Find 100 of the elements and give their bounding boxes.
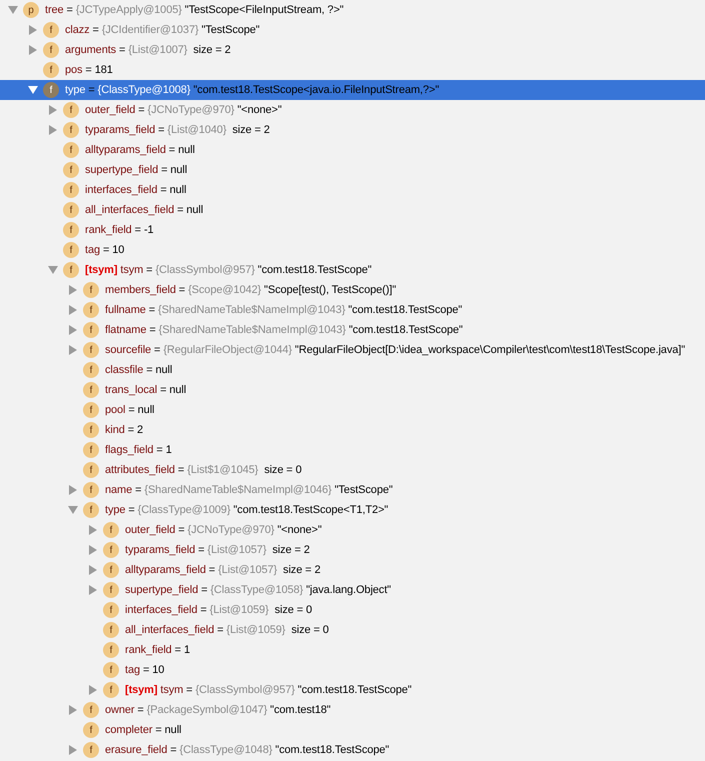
field-badge: f (63, 222, 79, 238)
expand-arrow-icon[interactable] (48, 105, 58, 115)
field-badge: f (43, 62, 59, 78)
variable-entry: attributes_field = {List$1@1045} size = 0 (105, 464, 302, 476)
field-badge: f (103, 662, 119, 678)
tree-row[interactable]: f classfile = null (0, 360, 705, 380)
field-badge: f (103, 642, 119, 658)
tree-row[interactable]: f sourcefile = {RegularFileObject@1044} "RegularFileObject[D:\idea_workspace\Compiler\test\com\test18\TestScope.java]" (0, 340, 705, 360)
expand-arrow-icon[interactable] (88, 565, 98, 575)
variable-entry: outer_field = {JCNoType@970} "<none>" (125, 524, 322, 536)
variable-entry: name = {SharedNameTable$NameImpl@1046} "TestScope" (105, 484, 393, 496)
field-badge: f (83, 462, 99, 478)
field-badge: f (103, 582, 119, 598)
expand-arrow-icon[interactable] (28, 25, 38, 35)
tree-row[interactable]: f flags_field = 1 (0, 440, 705, 460)
variable-entry: interfaces_field = null (85, 184, 186, 196)
tree-row[interactable]: f owner = {PackageSymbol@1047} "com.test18" (0, 700, 705, 720)
variable-entry: type = {ClassType@1009} "com.test18.TestScope<T1,T2>" (105, 504, 388, 516)
tree-row[interactable]: f tag = 10 (0, 660, 705, 680)
expand-arrow-icon[interactable] (28, 45, 38, 55)
variable-entry: alltyparams_field = null (85, 144, 195, 156)
tree-row[interactable]: f interfaces_field = {List@1059} size = 0 (0, 600, 705, 620)
variable-entry: all_interfaces_field = {List@1059} size = 0 (125, 624, 329, 636)
tree-row[interactable]: f typarams_field = {List@1040} size = 2 (0, 120, 705, 140)
tree-row[interactable]: f rank_field = 1 (0, 640, 705, 660)
expand-arrow-icon[interactable] (68, 745, 78, 755)
tree-row[interactable]: f flatname = {SharedNameTable$NameImpl@1043} "com.test18.TestScope" (0, 320, 705, 340)
tree-row[interactable]: f typarams_field = {List@1057} size = 2 (0, 540, 705, 560)
field-badge: f (103, 522, 119, 538)
tree-row[interactable]: f all_interfaces_field = {List@1059} size = 0 (0, 620, 705, 640)
variable-entry: pool = null (105, 404, 154, 416)
expand-arrow-icon[interactable] (68, 285, 78, 295)
field-badge: f (83, 722, 99, 738)
variable-entry: supertype_field = null (85, 164, 188, 176)
variable-entry: arguments = {List@1007} size = 2 (65, 44, 231, 56)
field-badge: f (103, 562, 119, 578)
variable-entry: rank_field = 1 (125, 644, 190, 656)
field-badge: f (63, 122, 79, 138)
expand-arrow-icon[interactable] (68, 325, 78, 335)
expand-arrow-icon[interactable] (68, 485, 78, 495)
variable-entry: kind = 2 (105, 424, 144, 436)
expand-arrow-icon[interactable] (68, 305, 78, 315)
tree-row[interactable]: f type = {ClassType@1009} "com.test18.TestScope<T1,T2>" (0, 500, 705, 520)
variable-entry: flatname = {SharedNameTable$NameImpl@1043} "com.test18.TestScope" (105, 324, 463, 336)
field-badge: f (83, 402, 99, 418)
collapse-arrow-icon[interactable] (68, 505, 78, 515)
field-badge: f (43, 42, 59, 58)
tree-row[interactable]: f all_interfaces_field = null (0, 200, 705, 220)
tree-row[interactable]: f fullname = {SharedNameTable$NameImpl@1043} "com.test18.TestScope" (0, 300, 705, 320)
tree-row[interactable]: f alltyparams_field = {List@1057} size = 2 (0, 560, 705, 580)
field-badge: f (103, 602, 119, 618)
field-badge: f (63, 182, 79, 198)
variable-entry: [tsym] tsym = {ClassSymbol@957} "com.test18.TestScope" (125, 684, 412, 696)
variable-entry: typarams_field = {List@1040} size = 2 (85, 124, 270, 136)
expand-arrow-icon[interactable] (88, 585, 98, 595)
expand-arrow-icon[interactable] (68, 705, 78, 715)
variable-entry: rank_field = -1 (85, 224, 154, 236)
tree-row[interactable]: f trans_local = null (0, 380, 705, 400)
variable-entry: tree = {JCTypeApply@1005} "TestScope<FileInputStream, ?>" (45, 4, 344, 16)
collapse-arrow-icon[interactable] (48, 265, 58, 275)
tree-row[interactable]: p tree = {JCTypeApply@1005} "TestScope<FileInputStream, ?>" (0, 0, 705, 20)
collapse-arrow-icon[interactable] (8, 5, 18, 15)
tree-row[interactable]: f rank_field = -1 (0, 220, 705, 240)
field-badge: f (103, 682, 119, 698)
field-badge: f (83, 342, 99, 358)
collapse-arrow-icon[interactable] (28, 85, 38, 95)
variable-entry: clazz = {JCIdentifier@1037} "TestScope" (65, 24, 260, 36)
tree-row[interactable]: f erasure_field = {ClassType@1048} "com.test18.TestScope" (0, 740, 705, 760)
tree-row[interactable]: f pool = null (0, 400, 705, 420)
expand-arrow-icon[interactable] (88, 525, 98, 535)
tree-row[interactable]: f alltyparams_field = null (0, 140, 705, 160)
expand-arrow-icon[interactable] (88, 685, 98, 695)
tree-row[interactable]: f supertype_field = null (0, 160, 705, 180)
variable-entry: tag = 10 (85, 244, 124, 256)
tree-row[interactable]: f pos = 181 (0, 60, 705, 80)
tree-row[interactable]: f kind = 2 (0, 420, 705, 440)
tree-row[interactable]: f [tsym] tsym = {ClassSymbol@957} "com.test18.TestScope" (0, 680, 705, 700)
tree-row[interactable]: f supertype_field = {ClassType@1058} "java.lang.Object" (0, 580, 705, 600)
expand-arrow-icon[interactable] (48, 125, 58, 135)
tree-row[interactable]: f attributes_field = {List$1@1045} size = 0 (0, 460, 705, 480)
tree-row[interactable]: f arguments = {List@1007} size = 2 (0, 40, 705, 60)
variable-entry: tag = 10 (125, 664, 164, 676)
field-badge: f (83, 702, 99, 718)
variable-entry: outer_field = {JCNoType@970} "<none>" (85, 104, 282, 116)
tree-row[interactable]: f interfaces_field = null (0, 180, 705, 200)
tree-row[interactable]: f [tsym] tsym = {ClassSymbol@957} "com.test18.TestScope" (0, 260, 705, 280)
tree-row[interactable]: f outer_field = {JCNoType@970} "<none>" (0, 100, 705, 120)
expand-arrow-icon[interactable] (68, 345, 78, 355)
variable-entry: typarams_field = {List@1057} size = 2 (125, 544, 310, 556)
expand-arrow-icon[interactable] (88, 545, 98, 555)
variable-entry: flags_field = 1 (105, 444, 172, 456)
tree-row[interactable]: f clazz = {JCIdentifier@1037} "TestScope" (0, 20, 705, 40)
tree-row[interactable]: f members_field = {Scope@1042} "Scope[test(), TestScope()]" (0, 280, 705, 300)
tree-row[interactable]: f type = {ClassType@1008} "com.test18.TestScope<java.io.FileInputStream,?>" (0, 80, 705, 100)
variable-entry: type = {ClassType@1008} "com.test18.TestScope<java.io.FileInputStream,?>" (65, 84, 440, 96)
tree-row[interactable]: f tag = 10 (0, 240, 705, 260)
field-badge: f (103, 622, 119, 638)
tree-row[interactable]: f outer_field = {JCNoType@970} "<none>" (0, 520, 705, 540)
tree-row[interactable]: f completer = null (0, 720, 705, 740)
tree-row[interactable]: f name = {SharedNameTable$NameImpl@1046} "TestScope" (0, 480, 705, 500)
